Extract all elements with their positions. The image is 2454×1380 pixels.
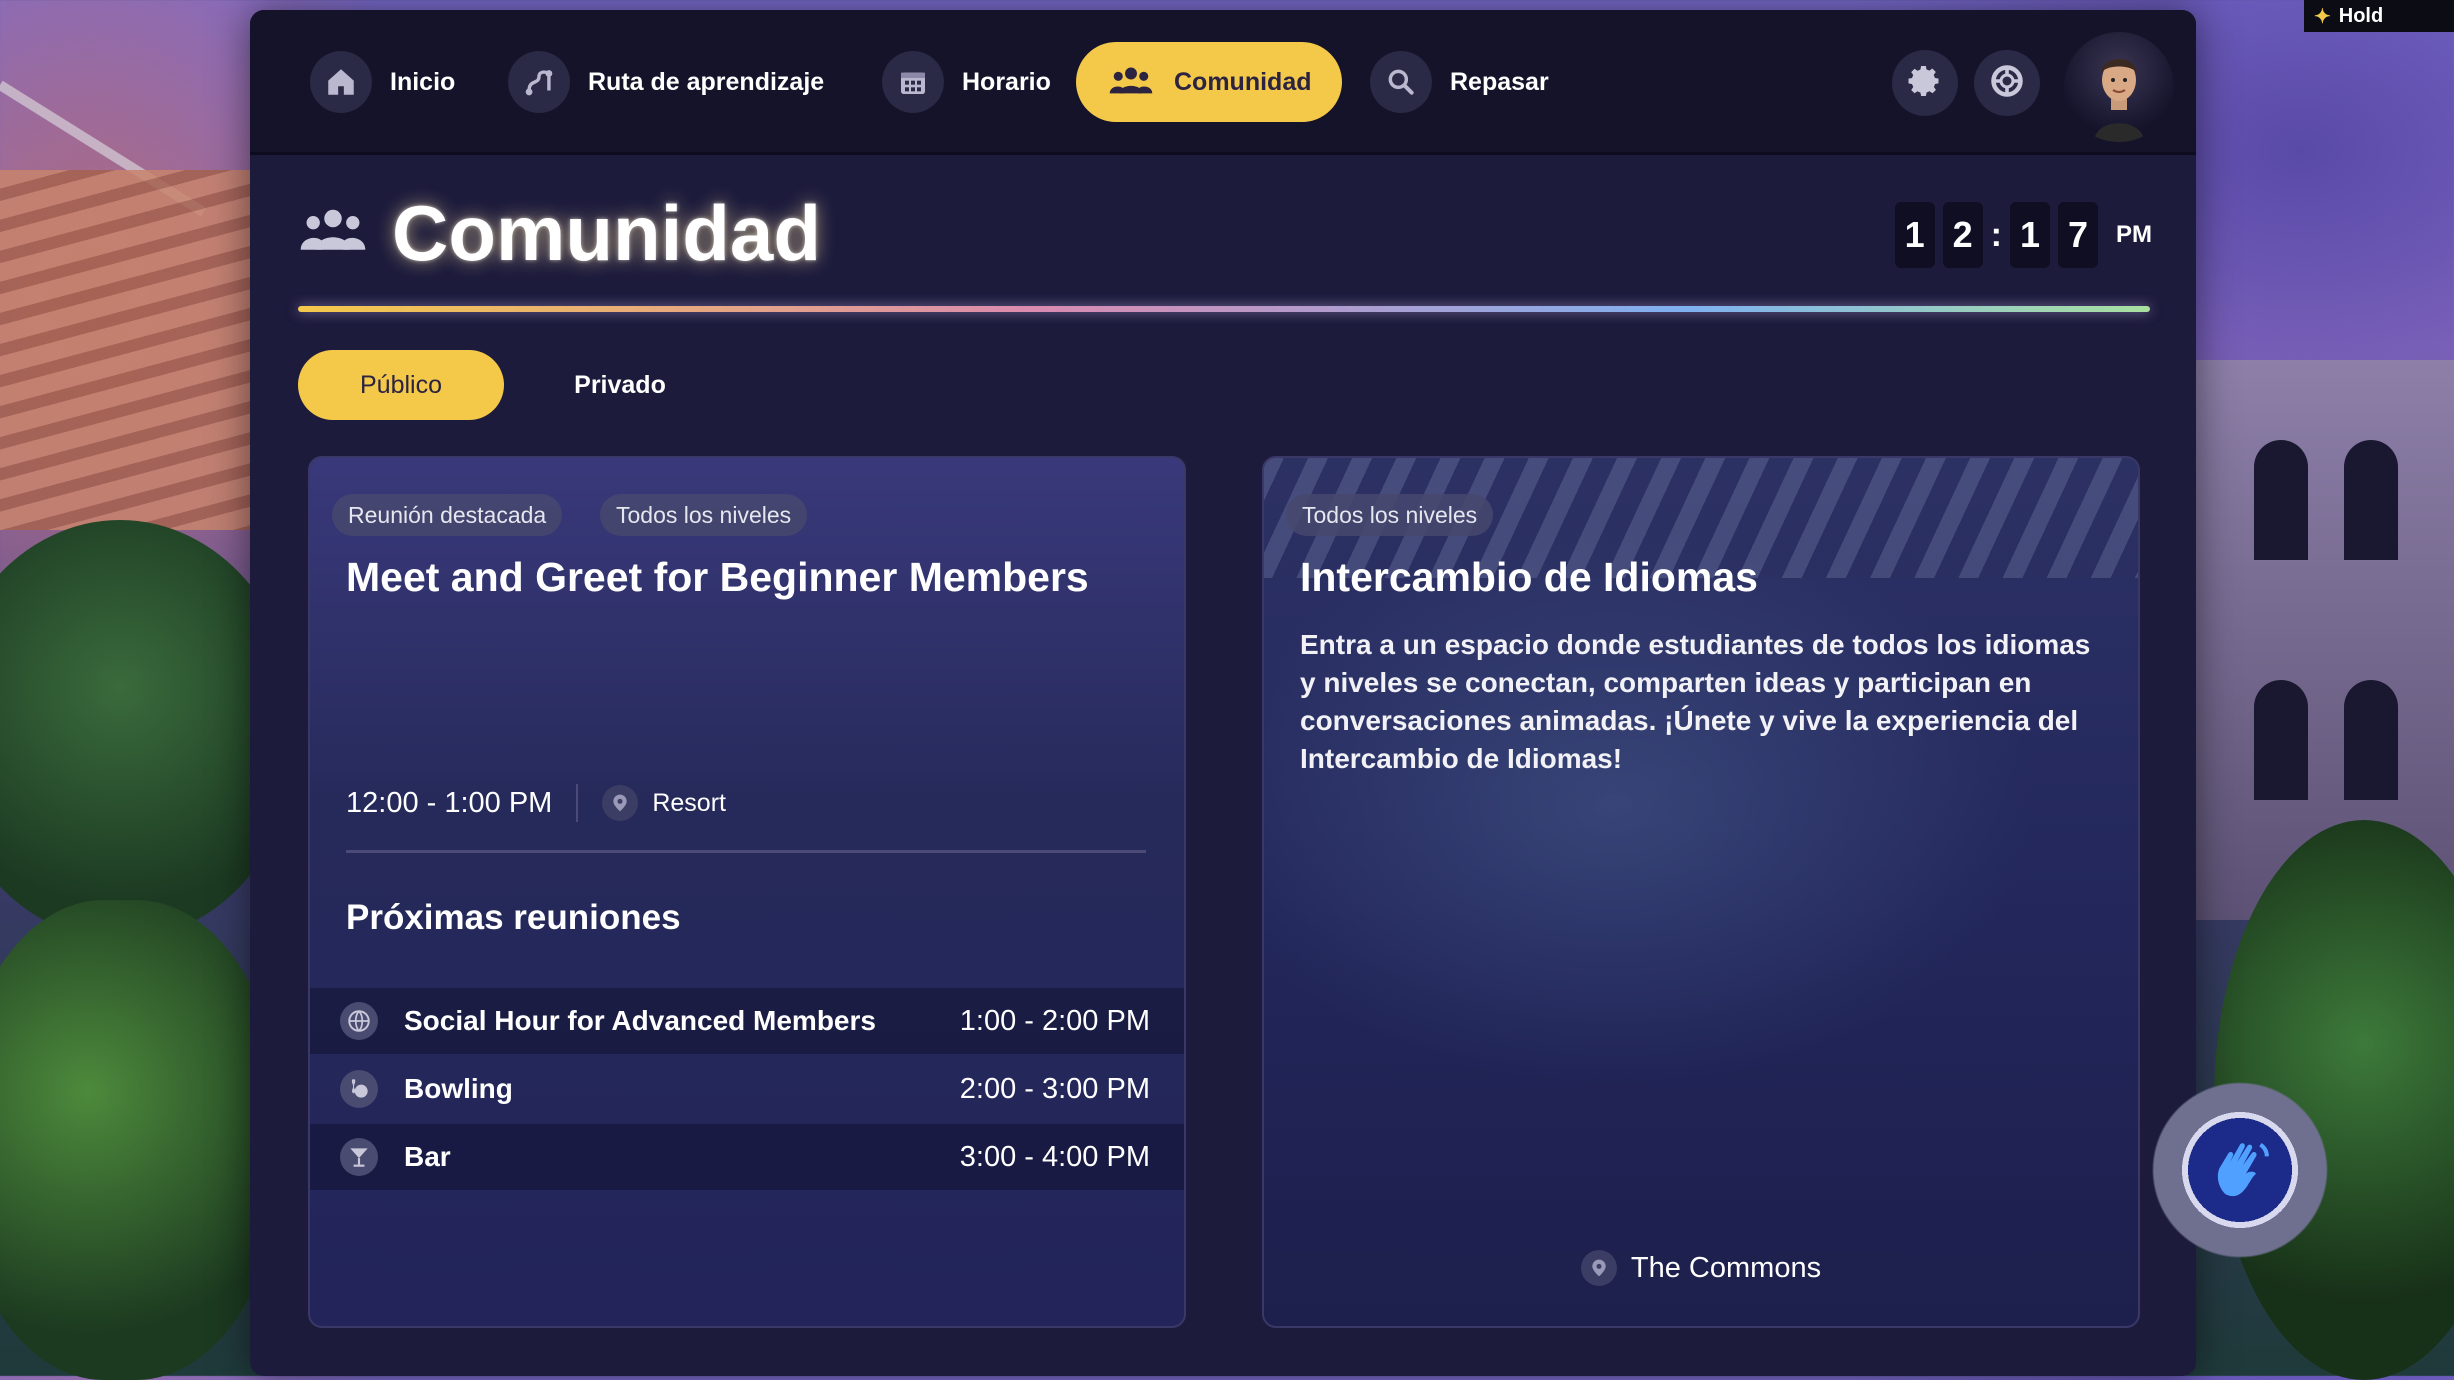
upcoming-meetings-title: Próximas reuniones [346, 898, 681, 937]
cocktail-icon [340, 1138, 378, 1176]
clock-digit: 1 [2010, 202, 2050, 268]
background-stairs [0, 170, 250, 530]
clock-digit: 1 [1894, 202, 1935, 268]
people-icon [298, 206, 368, 261]
upcoming-meeting-time: 1:00 - 2:00 PM [959, 1004, 1150, 1037]
language-exchange-location: The Commons [1264, 1250, 2138, 1286]
featured-meeting-title: Meet and Greet for Beginner Members [346, 554, 1089, 600]
featured-meeting-time: 12:00 - 1:00 PM [346, 786, 553, 819]
upcoming-meeting-row[interactable]: Bar 3:00 - 4:00 PM [310, 1124, 1184, 1190]
lifebuoy-icon [1989, 63, 2025, 104]
featured-meeting-location: Resort [652, 788, 726, 817]
nav-inicio-label: Inicio [390, 67, 456, 96]
featured-meeting-card[interactable]: Reunión destacada Todos los niveles Meet… [308, 456, 1186, 1328]
nav-ruta-label: Ruta de aprendizaje [588, 67, 825, 96]
clock-separator: : [1990, 215, 2002, 254]
hold-icon: ✦ [2314, 5, 2331, 28]
upcoming-meeting-name: Bowling [404, 1073, 513, 1104]
gear-icon [1907, 63, 1943, 104]
upcoming-meeting-row[interactable]: Social Hour for Advanced Members 1:00 - … [310, 988, 1184, 1054]
upcoming-meeting-time: 2:00 - 3:00 PM [959, 1072, 1150, 1105]
nav-comunidad[interactable]: Comunidad [1076, 42, 1342, 122]
home-icon [310, 51, 372, 113]
nav-inicio[interactable]: Inicio [310, 42, 455, 122]
background-foliage-left-lower [0, 900, 280, 1380]
avatar[interactable] [2064, 32, 2174, 142]
wave-hand-icon [2205, 1133, 2275, 1208]
nav-repasar[interactable]: Repasar [1370, 42, 1549, 122]
upcoming-meeting-time: 3:00 - 4:00 PM [959, 1140, 1150, 1173]
meta-divider [576, 784, 579, 822]
location-pin-icon [1580, 1250, 1617, 1286]
hold-label: Hold [2338, 4, 2384, 27]
page-title: Comunidad [392, 189, 821, 277]
globe-icon [340, 1002, 378, 1040]
hold-indicator[interactable]: ✦ Hold [2304, 0, 2454, 32]
nav-comunidad-label: Comunidad [1174, 67, 1312, 96]
nav-ruta-de-aprendizaje[interactable]: Ruta de aprendizaje [508, 42, 824, 122]
clock-digit: 2 [1942, 202, 1983, 268]
language-exchange-card[interactable]: Todos los niveles Intercambio de Idiomas… [1262, 456, 2140, 1328]
location-pin-icon [602, 785, 639, 821]
clock-ampm: PM [2116, 221, 2152, 248]
level-tag: Todos los niveles [1286, 494, 1494, 536]
avatar-image [2094, 59, 2144, 142]
help-button[interactable] [1974, 50, 2040, 116]
language-exchange-title: Intercambio de Idiomas [1300, 554, 1758, 600]
tab-publico[interactable]: Público [298, 350, 504, 420]
upcoming-meeting-row[interactable]: Bowling 2:00 - 3:00 PM [310, 1056, 1184, 1122]
featured-tag: Reunión destacada [332, 494, 563, 536]
tab-privado[interactable]: Privado [540, 350, 700, 420]
nav-repasar-label: Repasar [1450, 67, 1549, 96]
background-arches [2194, 360, 2454, 920]
route-icon [508, 51, 570, 113]
level-tag: Todos los niveles [600, 494, 808, 536]
calendar-icon [882, 51, 944, 113]
settings-button[interactable] [1892, 50, 1958, 116]
featured-meeting-meta: 12:00 - 1:00 PM Resort [346, 784, 726, 822]
nav-horario[interactable]: Horario [882, 42, 1051, 122]
wave-button[interactable] [2150, 1080, 2330, 1260]
card-divider [346, 850, 1146, 853]
clock: 1 2 : 1 7 PM [1887, 202, 2152, 268]
background-railing [0, 80, 207, 217]
header-divider [298, 306, 2150, 312]
magnifier-icon [1370, 51, 1432, 113]
language-exchange-description: Entra a un espacio donde estudiantes de … [1300, 629, 2091, 774]
top-navigation: Inicio Ruta de aprendizaje Horario Comun… [250, 10, 2196, 155]
nav-horario-label: Horario [962, 67, 1051, 96]
bowling-icon [340, 1070, 378, 1108]
community-panel: Inicio Ruta de aprendizaje Horario Comun… [250, 10, 2196, 1376]
language-exchange-location-label: The Commons [1630, 1251, 1822, 1284]
clock-digit: 7 [2058, 202, 2098, 268]
upcoming-meeting-name: Bar [404, 1141, 451, 1172]
upcoming-meeting-name: Social Hour for Advanced Members [404, 1005, 876, 1036]
people-icon [1108, 51, 1154, 113]
